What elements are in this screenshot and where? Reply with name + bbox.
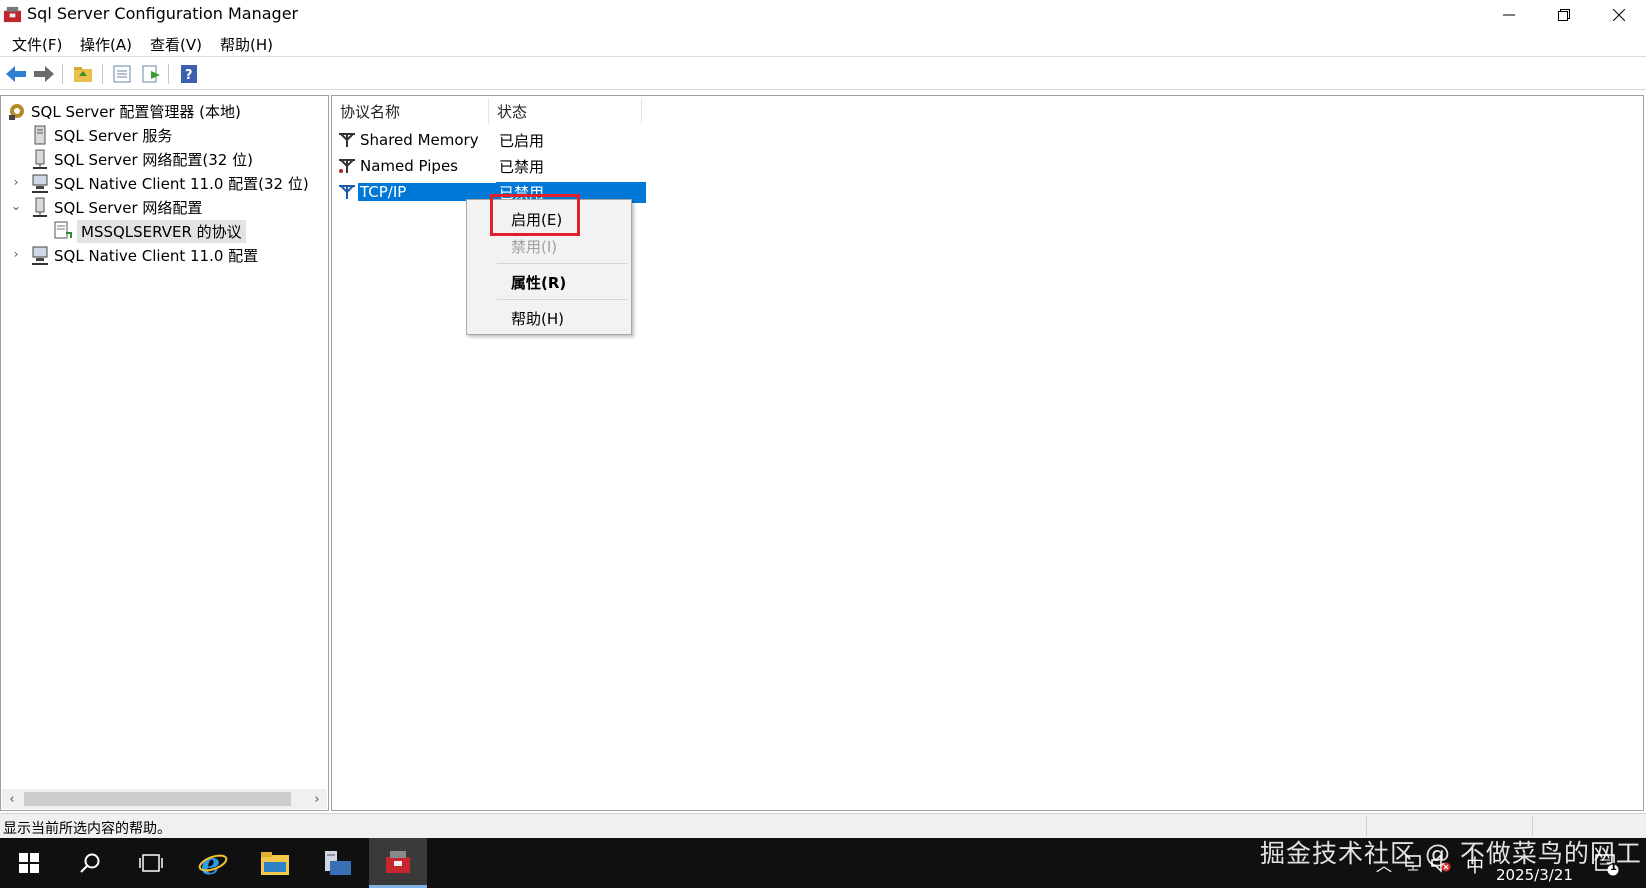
svg-text:e: e <box>201 848 220 878</box>
scroll-right-icon[interactable]: › <box>307 789 327 809</box>
native-client-icon <box>30 245 50 265</box>
status-divider <box>1532 816 1533 836</box>
server-manager-button[interactable] <box>308 838 366 888</box>
task-view-button[interactable] <box>122 838 180 888</box>
protocol-icon <box>336 130 358 150</box>
svg-text:?: ? <box>185 68 193 83</box>
help-button[interactable]: ? <box>177 62 201 86</box>
watermark-text: 掘金技术社区 @ 不做菜鸟的网工 <box>1260 839 1642 868</box>
menu-action[interactable]: 操作(A) <box>80 34 132 55</box>
toolbar: ? <box>0 58 1646 90</box>
protocol-name: Named Pipes <box>360 157 458 175</box>
toolbar-separator <box>168 64 169 84</box>
search-icon <box>80 853 100 873</box>
menu-view[interactable]: 查看(V) <box>150 34 202 55</box>
sql-config-manager-taskbar-button[interactable] <box>369 838 427 888</box>
folder-icon <box>261 852 289 875</box>
tree-item-mssqlserver-protocols[interactable]: MSSQLSERVER 的协议 <box>53 219 246 243</box>
protocol-icon <box>336 182 358 202</box>
collapse-chevron-icon[interactable]: ⌄ <box>9 199 23 213</box>
expand-chevron-icon[interactable]: › <box>9 175 23 189</box>
windows-logo-icon <box>19 853 39 873</box>
menu-file[interactable]: 文件(F) <box>12 34 62 55</box>
column-header-protocol-name[interactable]: 协议名称 <box>332 98 489 124</box>
scrollbar-thumb[interactable] <box>24 792 291 806</box>
tree-item-label: MSSQLSERVER 的协议 <box>77 219 246 243</box>
protocols-icon <box>53 221 73 241</box>
sql-config-app-icon <box>386 850 410 873</box>
close-icon <box>1613 9 1625 21</box>
protocol-icon <box>336 156 358 176</box>
task-view-icon <box>139 854 163 872</box>
status-divider <box>1366 816 1367 836</box>
export-list-button[interactable] <box>139 62 163 86</box>
tree-item-sql-server-services[interactable]: SQL Server 服务 <box>30 123 172 147</box>
toolbar-separator <box>102 64 103 84</box>
sql-config-app-icon <box>3 6 22 23</box>
column-header-state[interactable]: 状态 <box>489 98 642 124</box>
internet-explorer-icon: e <box>198 848 228 878</box>
tree-item-native-client[interactable]: SQL Native Client 11.0 配置 <box>30 243 258 267</box>
protocol-state: 已启用 <box>499 131 545 150</box>
navigation-tree: SQL Server 配置管理器 (本地) SQL Server 服务 SQL … <box>0 95 329 811</box>
toolbar-separator <box>62 64 63 84</box>
status-text: 显示当前所选内容的帮助。 <box>3 821 171 837</box>
title-bar: Sql Server Configuration Manager <box>0 0 1646 30</box>
close-button[interactable] <box>1591 0 1646 30</box>
menu-help[interactable]: 帮助(H) <box>220 34 273 55</box>
horizontal-scrollbar[interactable]: ‹ › <box>2 789 327 809</box>
context-menu-disable: 禁用(I) <box>511 238 558 256</box>
restore-button[interactable] <box>1536 0 1592 30</box>
search-button[interactable] <box>61 838 119 888</box>
server-manager-icon <box>325 851 351 875</box>
forward-button[interactable] <box>32 62 56 86</box>
tree-item-label: SQL Server 服务 <box>54 126 173 145</box>
protocol-state: 已禁用 <box>499 157 545 176</box>
protocol-name: Shared Memory <box>360 131 479 149</box>
native-client-icon <box>30 173 50 193</box>
tree-item-label: SQL Server 网络配置(32 位) <box>54 150 253 169</box>
config-manager-icon <box>7 101 27 121</box>
context-menu-properties[interactable]: 属性(R) <box>511 272 566 293</box>
context-menu-help[interactable]: 帮助(H) <box>511 308 564 329</box>
tree-item-config-manager[interactable]: SQL Server 配置管理器 (本地) <box>7 99 241 123</box>
tree-item-label: SQL Native Client 11.0 配置(32 位) <box>54 174 309 193</box>
network-config-icon <box>30 149 50 169</box>
server-icon <box>30 125 50 145</box>
network-config-icon <box>30 197 50 217</box>
list-row-named-pipes[interactable]: Named Pipes 已禁用 <box>336 154 544 178</box>
scroll-left-icon[interactable]: ‹ <box>2 789 22 809</box>
minimize-icon <box>1503 14 1515 16</box>
forward-arrow-icon <box>34 66 54 82</box>
minimize-button[interactable] <box>1481 0 1537 30</box>
list-row-shared-memory[interactable]: Shared Memory 已启用 <box>336 128 544 152</box>
properties-icon <box>113 65 131 83</box>
up-folder-button[interactable] <box>71 62 95 86</box>
tree-item-network-config-32[interactable]: SQL Server 网络配置(32 位) <box>30 147 253 171</box>
help-icon: ? <box>181 65 197 83</box>
tree-item-label: SQL Native Client 11.0 配置 <box>54 246 259 265</box>
annotation-highlight-box <box>490 194 580 236</box>
menu-separator <box>497 263 627 264</box>
folder-up-icon <box>74 67 92 82</box>
tree-item-network-config[interactable]: SQL Server 网络配置 <box>30 195 202 219</box>
tree-item-label: SQL Server 配置管理器 (本地) <box>31 102 241 121</box>
restore-icon <box>1558 9 1570 21</box>
properties-button[interactable] <box>110 62 134 86</box>
back-arrow-icon <box>6 66 26 82</box>
start-button[interactable] <box>0 838 58 888</box>
menu-separator <box>497 299 627 300</box>
back-button[interactable] <box>4 62 28 86</box>
tree-item-native-client-32[interactable]: SQL Native Client 11.0 配置(32 位) <box>30 171 309 195</box>
tree-item-label: SQL Server 网络配置 <box>54 198 203 217</box>
expand-chevron-icon[interactable]: › <box>9 247 23 261</box>
window-title: Sql Server Configuration Manager <box>27 4 299 23</box>
internet-explorer-button[interactable]: e <box>184 838 242 888</box>
menu-bar: 文件(F) 操作(A) 查看(V) 帮助(H) <box>0 30 1646 57</box>
file-explorer-button[interactable] <box>246 838 304 888</box>
export-icon <box>142 65 160 83</box>
